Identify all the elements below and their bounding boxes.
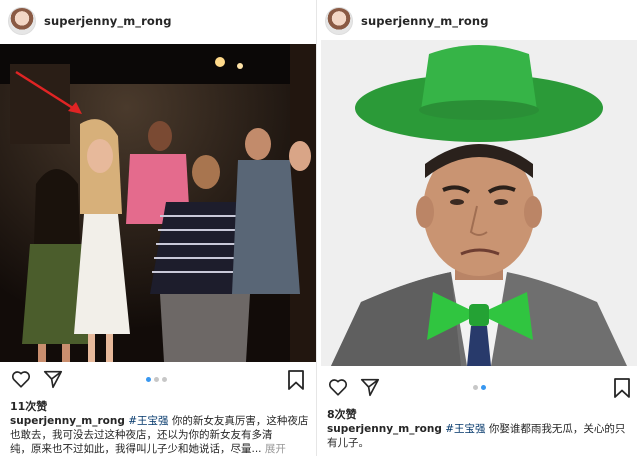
bookmark-icon[interactable]	[613, 378, 631, 398]
nightclub-photo	[0, 44, 316, 362]
hashtag-link[interactable]: #王宝强	[128, 415, 168, 427]
post-photo[interactable]	[321, 40, 637, 366]
action-bar	[10, 368, 64, 390]
caption: superjenny_m_rong #王宝强 你娶谁都雨我无瓜，关心的只 有儿子…	[327, 422, 633, 450]
carousel-dot	[473, 385, 478, 390]
like-count[interactable]: 8次赞	[327, 406, 357, 422]
caption-text: 你娶谁都雨我无瓜，关心的只	[485, 423, 626, 435]
username[interactable]: superjenny_m_rong	[44, 14, 172, 28]
right-post: superjenny_m_rong 8次赞 superjenny_m_rong …	[316, 0, 640, 456]
more-link[interactable]: 展开	[265, 443, 286, 455]
post-header: superjenny_m_rong	[325, 6, 489, 36]
caption-text: 有儿子。	[327, 437, 369, 449]
post-photo[interactable]	[0, 44, 316, 362]
heart-icon[interactable]	[10, 368, 32, 390]
share-icon[interactable]	[359, 376, 381, 398]
carousel-dot	[146, 377, 151, 382]
carousel-indicator	[473, 385, 486, 390]
carousel-dot	[481, 385, 486, 390]
share-icon[interactable]	[42, 368, 64, 390]
left-post: superjenny_m_rong 11次赞 superjenny_m_rong…	[0, 0, 316, 456]
caption-text: 也敢去，我可没去过这种夜店，还以为你的新女友有多清	[10, 429, 273, 441]
portrait-photo	[321, 40, 637, 366]
bookmark-icon[interactable]	[287, 370, 305, 390]
action-bar	[327, 376, 381, 398]
caption-text: 纯，原来也不过如此，我得叫儿子少和她说话，尽量...	[10, 443, 262, 455]
post-header: superjenny_m_rong	[8, 6, 172, 36]
like-count[interactable]: 11次赞	[10, 398, 47, 414]
heart-icon[interactable]	[327, 376, 349, 398]
caption-text: 你的新女友真厉害，这种夜店	[168, 415, 309, 427]
avatar[interactable]	[325, 7, 353, 35]
hashtag-link[interactable]: #王宝强	[445, 423, 485, 435]
avatar[interactable]	[8, 7, 36, 35]
carousel-dot	[154, 377, 159, 382]
caption: superjenny_m_rong #王宝强 你的新女友真厉害，这种夜店 也敢去…	[10, 414, 310, 456]
carousel-indicator	[146, 377, 167, 382]
username[interactable]: superjenny_m_rong	[361, 14, 489, 28]
carousel-dot	[162, 377, 167, 382]
caption-username[interactable]: superjenny_m_rong	[327, 423, 442, 435]
caption-username[interactable]: superjenny_m_rong	[10, 415, 125, 427]
